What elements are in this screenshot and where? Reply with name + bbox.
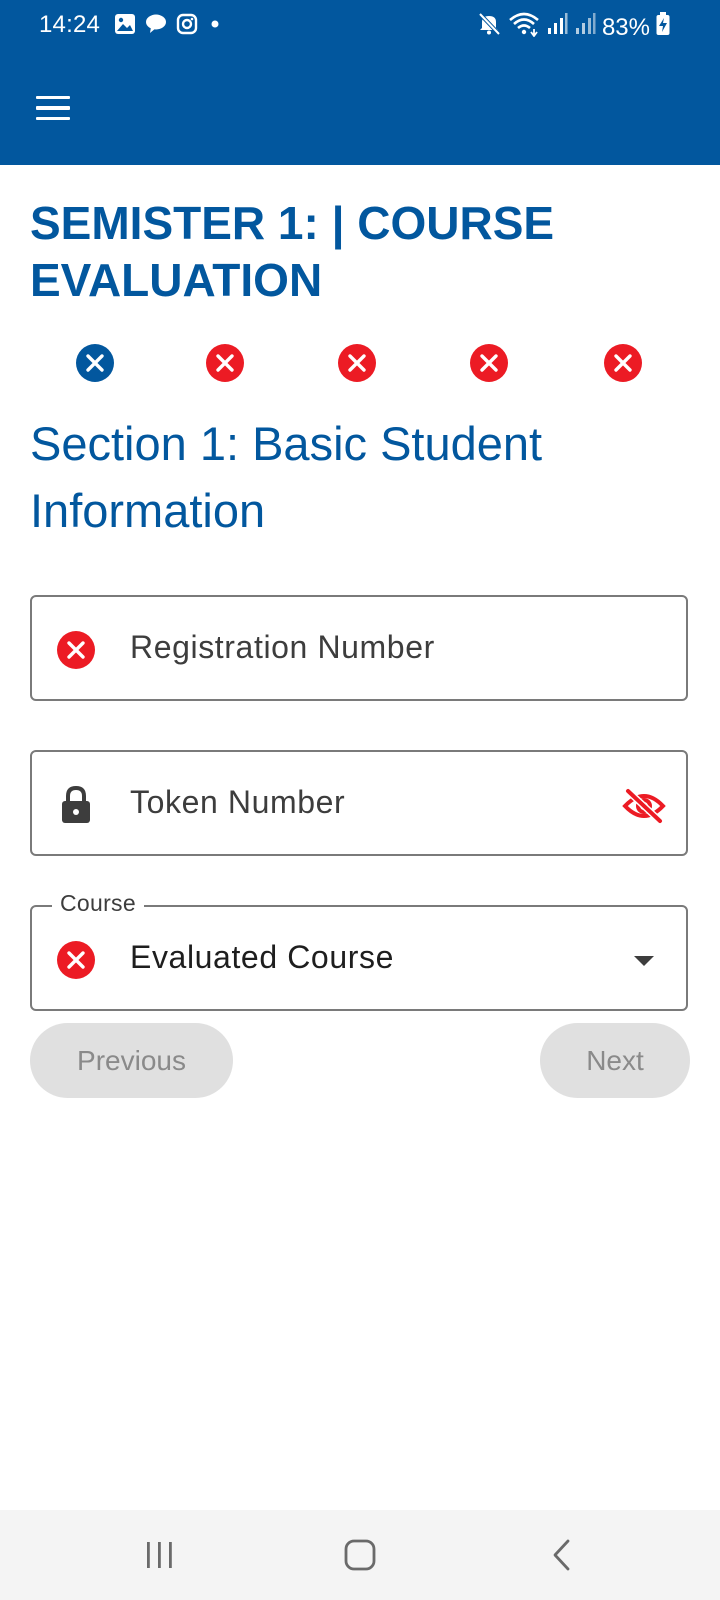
app-bar [0,52,720,165]
hamburger-menu-icon[interactable] [30,88,78,128]
signal-icon [574,12,596,43]
eye-off-icon[interactable] [622,784,666,828]
mute-icon [476,11,502,44]
error-circle-icon [56,630,96,670]
error-circle-icon [56,940,96,980]
menu-line [36,95,70,100]
step-2-indicator[interactable] [206,344,244,382]
dot-icon [206,13,224,40]
token-number-field[interactable]: Token Number [30,750,688,856]
close-circle-icon [470,344,508,382]
navigation-bar [0,1510,720,1600]
close-circle-icon [338,344,376,382]
lock-icon [56,785,96,825]
close-circle-icon [604,344,642,382]
stepper [76,344,646,384]
course-label: Course [52,890,144,917]
battery-percentage: 83% [601,13,650,41]
wifi-icon [508,11,540,44]
chevron-down-icon[interactable] [622,939,666,983]
close-circle-icon [206,344,244,382]
status-bar: 14:24 83% [0,0,720,52]
back-icon[interactable] [532,1532,592,1578]
step-4-indicator[interactable] [470,344,508,382]
page-title: SEMISTER 1: | COURSE EVALUATION [30,197,555,306]
section-title: Section 1: Basic Student Information [30,417,543,537]
recent-apps-icon[interactable] [129,1532,189,1578]
step-5-indicator[interactable] [604,344,642,382]
instagram-icon [176,13,198,40]
course-dropdown[interactable]: Course Evaluated Course [30,890,688,1011]
chat-bubble-icon [144,13,168,40]
gallery-icon [114,13,136,40]
registration-number-placeholder: Registration Number [130,629,435,665]
signal-icon [546,12,568,43]
token-number-placeholder: Token Number [130,784,346,820]
registration-number-field[interactable]: Registration Number [30,595,688,701]
menu-line [36,106,70,110]
status-time: 14:24 [39,11,101,38]
previous-button[interactable]: Previous [30,1023,233,1098]
home-icon[interactable] [330,1532,390,1578]
menu-line [36,116,70,121]
step-1-indicator[interactable] [76,344,114,382]
system-status: 83% [476,11,670,44]
battery-charging-icon [656,12,670,43]
close-circle-icon [76,344,114,382]
next-button[interactable]: Next [540,1023,690,1098]
course-value: Evaluated Course [130,939,394,975]
notification-icons [114,13,224,40]
step-3-indicator[interactable] [338,344,376,382]
